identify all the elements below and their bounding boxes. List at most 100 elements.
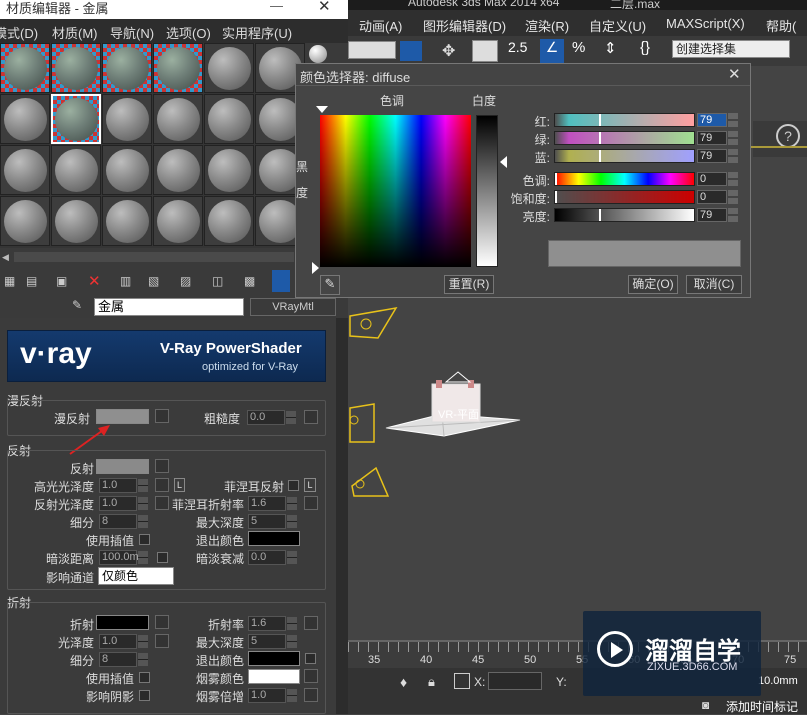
dim-distance-checkbox[interactable] <box>157 552 168 563</box>
slider-thumb[interactable] <box>555 191 557 203</box>
make-unique-icon[interactable]: ▧ <box>148 274 159 288</box>
menu-maxscript[interactable]: MAXScript(X) <box>666 16 745 31</box>
menu-help[interactable]: 帮助( <box>766 16 796 35</box>
refr-gloss-spinner[interactable]: 1.0 <box>99 634 148 649</box>
value-slider[interactable] <box>554 208 695 222</box>
select-manipulate-icon[interactable] <box>472 40 498 62</box>
slider-thumb[interactable] <box>599 209 601 221</box>
absolute-mode-icon[interactable] <box>454 673 470 689</box>
refract-map-button[interactable] <box>155 615 169 629</box>
menu-rendering[interactable]: 渲染(R) <box>525 16 569 35</box>
roughness-spinner[interactable]: 0.0 <box>247 410 296 425</box>
pivot-icon[interactable] <box>400 41 422 61</box>
add-time-tag[interactable]: 添加时间标记 <box>726 698 798 715</box>
sample-slot[interactable] <box>204 145 254 195</box>
sample-slot[interactable] <box>51 43 101 93</box>
refl-use-interp-checkbox[interactable] <box>139 534 150 545</box>
reset-map-icon[interactable]: ✕ <box>88 272 101 290</box>
fresnel-ior-map-button[interactable] <box>304 496 318 510</box>
percent-snap-icon[interactable]: % <box>572 39 585 56</box>
sample-slot[interactable] <box>51 196 101 246</box>
slider-thumb[interactable] <box>599 132 601 144</box>
value-value[interactable]: 79 <box>697 208 727 222</box>
green-slider[interactable] <box>554 131 695 145</box>
slider-thumb[interactable] <box>555 173 557 185</box>
saturation-value[interactable]: 0 <box>697 190 727 204</box>
put-to-scene-icon[interactable]: ▤ <box>26 274 37 288</box>
me-menu-navigation[interactable]: 导航(N) <box>110 23 154 42</box>
angle-snap-icon[interactable]: ∠ <box>540 39 564 63</box>
reflect-map-button[interactable] <box>155 459 169 473</box>
refl-exit-color-swatch[interactable] <box>248 531 300 546</box>
ref-coord-dropdown[interactable] <box>348 41 396 59</box>
material-name-field[interactable]: 金属 <box>94 298 244 316</box>
show-map-icon[interactable]: ▩ <box>244 274 255 288</box>
put-to-library-icon[interactable]: ▨ <box>180 274 191 288</box>
red-spinner[interactable] <box>728 113 738 127</box>
sample-slot[interactable] <box>51 145 101 195</box>
ior-map-button[interactable] <box>304 616 318 630</box>
refract-color-swatch[interactable] <box>96 615 149 630</box>
material-type-button[interactable]: VRayMtl <box>250 298 336 316</box>
me-menu-options[interactable]: 选项(O) <box>166 23 211 42</box>
get-material-icon[interactable]: ▦ <box>4 274 15 288</box>
red-slider[interactable] <box>554 113 695 127</box>
hue-slider[interactable] <box>554 172 695 186</box>
refl-max-depth-spinner[interactable]: 5 <box>248 514 297 529</box>
ok-button[interactable]: 确定(O) <box>628 275 678 294</box>
green-spinner[interactable] <box>728 131 738 145</box>
cancel-button[interactable]: 取消(C) <box>686 275 742 294</box>
me-menu-material[interactable]: 材质(M) <box>52 23 98 42</box>
sample-slot[interactable] <box>204 43 254 93</box>
move-icon[interactable]: ✥ <box>442 41 462 61</box>
sample-slot[interactable] <box>204 196 254 246</box>
refr-use-interp-checkbox[interactable] <box>139 672 150 683</box>
snap-toggle[interactable]: 2.5 <box>508 39 527 55</box>
slider-thumb[interactable] <box>599 150 601 162</box>
copy-material-icon[interactable]: ▥ <box>120 274 131 288</box>
affect-shadows-checkbox[interactable] <box>139 690 150 701</box>
me-menu-modes[interactable]: 模式(D) <box>0 23 38 42</box>
menu-graph-editors[interactable]: 图形编辑器(D) <box>423 16 506 35</box>
refr-gloss-map-button[interactable] <box>155 634 169 648</box>
hilight-gloss-spinner[interactable]: 1.0 <box>99 478 148 493</box>
sample-slot[interactable] <box>204 94 254 144</box>
lock-hilight-button[interactable]: L <box>174 478 185 492</box>
sample-slot[interactable] <box>102 145 152 195</box>
refl-subdivs-spinner[interactable]: 8 <box>99 514 148 529</box>
sample-slot[interactable] <box>102 43 152 93</box>
whiteness-pointer-icon[interactable] <box>500 156 507 168</box>
green-value[interactable]: 79 <box>697 131 727 145</box>
sample-slot[interactable] <box>0 196 50 246</box>
slider-thumb[interactable] <box>599 114 601 126</box>
fog-color-map-button[interactable] <box>304 669 318 683</box>
blackness-pointer-icon[interactable] <box>312 262 319 274</box>
rollout-scrollbar[interactable] <box>336 318 348 714</box>
eyedropper-icon[interactable]: ✎ <box>320 275 340 295</box>
key-mode-icon[interactable]: ◙ <box>702 698 709 712</box>
sample-slot[interactable] <box>0 94 50 144</box>
menu-animation[interactable]: 动画(A) <box>359 16 402 35</box>
hue-value[interactable]: 0 <box>697 172 727 186</box>
assign-material-icon[interactable]: ▣ <box>56 274 67 288</box>
fog-mult-map-button[interactable] <box>304 688 318 702</box>
refr-exit-color-swatch[interactable] <box>248 651 300 666</box>
me-menu-utilities[interactable]: 实用程序(U) <box>222 23 292 42</box>
dim-distance-spinner[interactable]: 100.0m <box>99 550 148 565</box>
saturation-spinner[interactable] <box>728 190 738 204</box>
whiteness-bar[interactable] <box>476 115 498 267</box>
ior-spinner[interactable]: 1.6 <box>248 616 297 631</box>
scroll-thumb[interactable] <box>14 252 294 262</box>
hue-spinner[interactable] <box>728 172 738 186</box>
sample-slot[interactable] <box>153 43 203 93</box>
sample-slot[interactable] <box>102 196 152 246</box>
fresnel-ior-spinner[interactable]: 1.6 <box>248 496 297 511</box>
pick-material-icon[interactable]: ✎ <box>72 298 82 312</box>
scroll-left-icon[interactable]: ◀ <box>2 252 9 263</box>
saturation-slider[interactable] <box>554 190 695 204</box>
fog-mult-spinner[interactable]: 1.0 <box>248 688 297 703</box>
slot-scrollbar[interactable]: ◀ <box>0 248 305 268</box>
hue-blackness-field[interactable] <box>320 115 471 267</box>
coord-x-input[interactable] <box>488 672 542 690</box>
hilight-gloss-map-button[interactable] <box>155 478 169 492</box>
